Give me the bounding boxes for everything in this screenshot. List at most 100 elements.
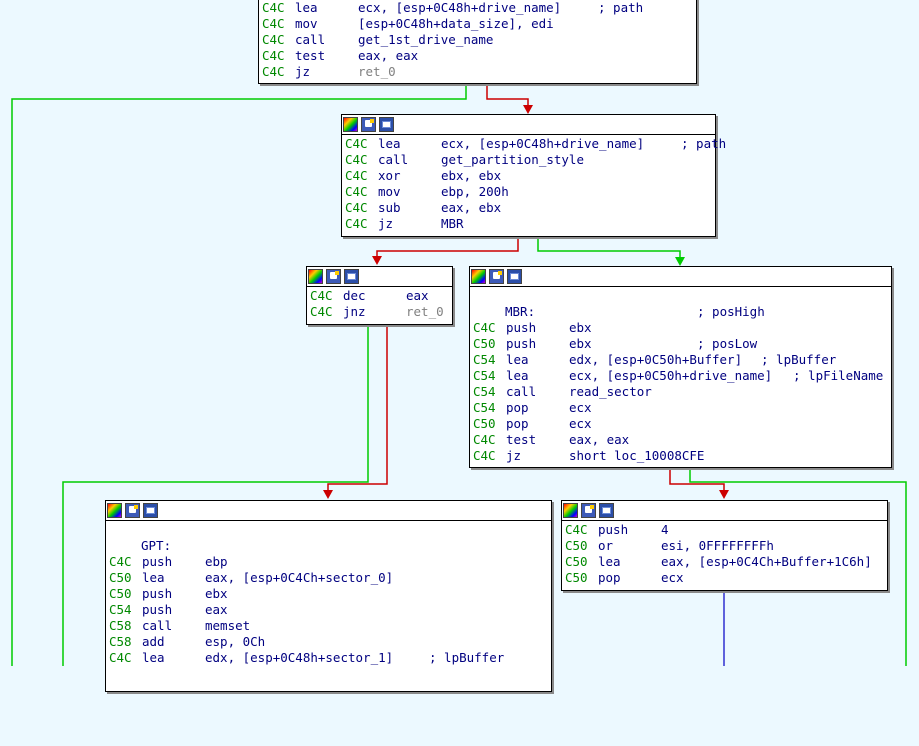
address: C54 — [473, 400, 496, 415]
code-line[interactable]: C4C dec eax — [309, 288, 450, 304]
comment: ; lpBuffer — [761, 352, 837, 367]
address: C4C — [473, 320, 496, 335]
code-line[interactable]: C50 pop ecx — [564, 570, 885, 586]
mnemonic: pop — [506, 400, 529, 415]
code-line[interactable]: C4C mov [esp+0C48h+data_size], edi — [261, 16, 694, 32]
code-line[interactable]: C4C lea edx, [esp+0C48h+sector_1] ; lpBu… — [108, 650, 549, 666]
label-line[interactable]: GPT: — [108, 538, 549, 554]
jump-target[interactable]: MBR — [441, 216, 464, 232]
node-gpt[interactable]: GPT: C4C push ebp C50 lea eax, [esp+0C4C… — [105, 500, 552, 692]
address: C4C — [473, 432, 496, 447]
code-line[interactable]: C4C mov ebp, 200h — [344, 184, 713, 200]
mnemonic: test — [506, 432, 537, 447]
address: C50 — [565, 538, 588, 553]
code-line[interactable]: C4C jz MBR — [344, 216, 713, 232]
graph-overview-icon[interactable] — [379, 117, 394, 132]
code-line[interactable]: C4C jz short loc_10008CFE — [472, 448, 889, 464]
jump-target[interactable]: short loc_10008CFE — [569, 448, 704, 464]
label-line[interactable]: MBR: ; posHigh — [472, 304, 889, 320]
node-push-4[interactable]: C4C push 4 C50 or esi, 0FFFFFFFFh C50 le… — [561, 500, 888, 591]
code-line[interactable]: C54 lea ecx, [esp+0C50h+drive_name] ; lp… — [472, 368, 889, 384]
jump-target[interactable]: ret_0 — [406, 304, 444, 320]
edit-node-icon[interactable] — [125, 503, 140, 518]
address: C4C — [310, 304, 333, 319]
code-line[interactable]: C50 lea eax, [esp+0C4Ch+sector_0] — [108, 570, 549, 586]
color-palette-icon[interactable] — [563, 503, 578, 518]
operands: ebp, 200h — [441, 184, 509, 199]
code-line[interactable]: C50 push ebx — [108, 586, 549, 602]
operands: eax, [esp+0C4Ch+sector_0] — [205, 570, 394, 585]
node-partition-style[interactable]: C4C lea ecx, [esp+0C48h+drive_name] ; pa… — [341, 114, 726, 237]
code-line[interactable]: C50 lea eax, [esp+0C4Ch+Buffer+1C6h] — [564, 554, 885, 570]
code-line[interactable]: C58 add esp, 0Ch — [108, 634, 549, 650]
graph-overview-icon[interactable] — [507, 269, 522, 284]
code-line[interactable]: C58 call memset — [108, 618, 549, 634]
address: C50 — [565, 554, 588, 569]
edit-node-icon[interactable] — [581, 503, 596, 518]
code-line[interactable]: C4C lea ecx, [esp+0C48h+drive_name] ; pa… — [344, 136, 726, 152]
code-line[interactable]: C4C lea ecx, [esp+0C48h+drive_name] ; pa… — [261, 0, 694, 16]
edit-node-icon[interactable] — [326, 269, 341, 284]
code-line[interactable]: C54 call read_sector — [472, 384, 889, 400]
node-dec-eax[interactable]: C4C dec eax C4C jnz ret_0 — [306, 266, 453, 325]
address: C4C — [345, 152, 368, 167]
address: C4C — [345, 200, 368, 215]
operands: eax, eax — [358, 48, 419, 63]
color-palette-icon[interactable] — [471, 269, 486, 284]
code-label: MBR: — [505, 304, 536, 319]
graph-overview-icon[interactable] — [599, 503, 614, 518]
edit-node-icon[interactable] — [489, 269, 504, 284]
code-line[interactable]: C4C call get_1st_drive_name — [261, 32, 694, 48]
code-line[interactable]: C4C test eax, eax — [261, 48, 694, 64]
code-line[interactable]: C4C push ebp — [108, 554, 549, 570]
comment: ; lpBuffer — [429, 650, 505, 665]
operands: eax, [esp+0C4Ch+Buffer+1C6h] — [661, 554, 872, 569]
code-line[interactable]: C50 pop ecx — [472, 416, 889, 432]
code-line[interactable]: C54 push eax — [108, 602, 549, 618]
code-line[interactable]: C54 lea edx, [esp+0C50h+Buffer] ; lpBuff… — [472, 352, 889, 368]
edge-partition-true — [537, 236, 685, 266]
code-line[interactable]: C4C jnz ret_0 — [309, 304, 450, 320]
code-line[interactable]: C50 or esi, 0FFFFFFFFh — [564, 538, 885, 554]
color-palette-icon[interactable] — [343, 117, 358, 132]
mnemonic: push — [506, 320, 537, 335]
mnemonic: jz — [506, 448, 522, 463]
code-line[interactable]: C50 push ebx ; posLow — [472, 336, 889, 352]
code-line[interactable]: C4C test eax, eax — [472, 432, 889, 448]
mnemonic: lea — [506, 368, 529, 383]
operands: eax — [406, 288, 429, 303]
node-get-drive-name[interactable]: C4C lea ecx, [esp+0C48h+drive_name] ; pa… — [258, 0, 697, 84]
address: C4C — [109, 554, 132, 569]
graph-overview-icon[interactable] — [344, 269, 359, 284]
mnemonic: lea — [378, 136, 401, 151]
code-line[interactable]: C4C push ebx — [472, 320, 889, 336]
code-line[interactable]: C4C sub eax, ebx — [344, 200, 713, 216]
node-mbr[interactable]: MBR: ; posHigh C4C push ebx C50 push ebx… — [469, 266, 892, 468]
operands: memset — [205, 618, 251, 633]
graph-overview-icon[interactable] — [143, 503, 158, 518]
code-line[interactable]: C4C push 4 — [564, 522, 885, 538]
color-palette-icon[interactable] — [308, 269, 323, 284]
comment: ; lpFileName — [793, 368, 884, 383]
jump-target[interactable]: ret_0 — [358, 64, 396, 80]
mnemonic: call — [378, 152, 409, 167]
operands: 4 — [661, 522, 669, 537]
address: C54 — [473, 352, 496, 367]
code-line[interactable]: C54 pop ecx — [472, 400, 889, 416]
code-line[interactable]: C4C xor ebx, ebx — [344, 168, 713, 184]
color-palette-icon[interactable] — [107, 503, 122, 518]
mnemonic: xor — [378, 168, 401, 183]
operands: [esp+0C48h+data_size], edi — [358, 16, 554, 31]
mnemonic: lea — [506, 352, 529, 367]
operands: ebx, ebx — [441, 168, 502, 183]
comment: ; posHigh — [697, 304, 765, 319]
node-header — [342, 115, 715, 135]
mnemonic: jz — [378, 216, 394, 231]
code-line[interactable]: C4C call get_partition_style — [344, 152, 713, 168]
edit-node-icon[interactable] — [361, 117, 376, 132]
mnemonic: push — [506, 336, 537, 351]
operands: ebx — [569, 320, 592, 335]
code-line[interactable]: C4C jz ret_0 — [261, 64, 694, 80]
operands: ecx, [esp+0C50h+drive_name] — [569, 368, 773, 383]
address: C4C — [565, 522, 588, 537]
